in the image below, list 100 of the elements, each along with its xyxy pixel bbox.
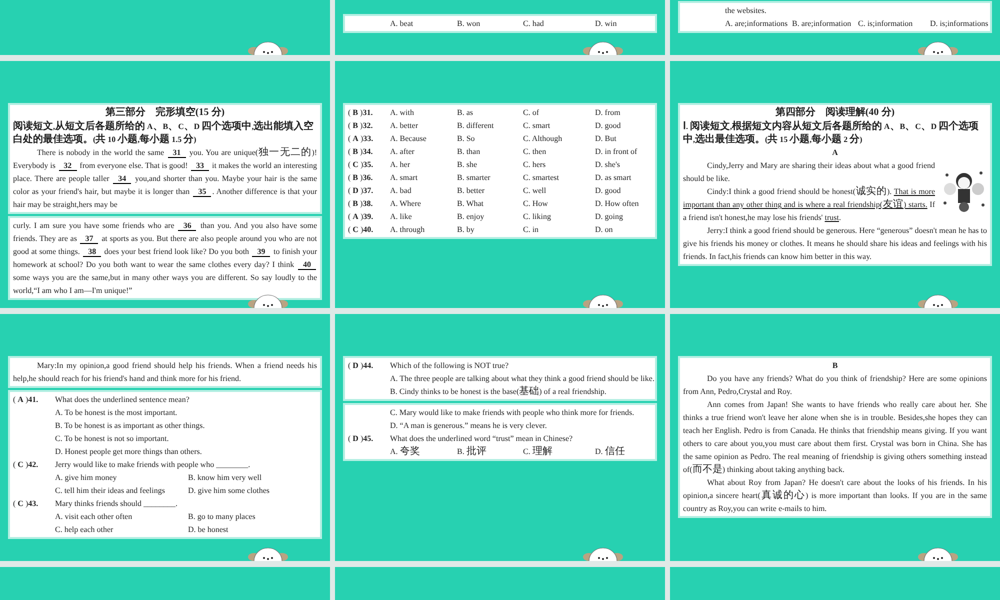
slide[interactable] [0, 61, 330, 308]
answer-option: B. are;information [792, 17, 858, 30]
answer-option: A. better [390, 119, 457, 132]
answer-option: A. are;informations [725, 17, 792, 30]
answer-option: C. well [523, 184, 595, 197]
answer-option: A. To be honest is the most important. [55, 406, 317, 419]
answer-option: B. won [457, 17, 523, 30]
question-number: ( C )35. [348, 159, 374, 171]
slide[interactable]: A. beat B. won C. had D. win [335, 0, 665, 55]
slide[interactable] [670, 314, 1000, 561]
question-number: ( C )42. [13, 459, 40, 471]
answer-option: A. her [390, 158, 457, 171]
answer-option: C. Mary would like to make friends with people who think more for friends. [390, 406, 652, 419]
passage-paragraph: Do you have any friends? What do you think of friendship? Here are some opinions from Ann, Pedro,Crystal and Roy. [683, 373, 987, 398]
answer-option: B. What [457, 197, 523, 210]
question-number: ( A )39. [348, 211, 374, 223]
question-text: the websites. [725, 6, 766, 15]
answer-option: A. The three people are talking about what they think a good friend should be like. [390, 372, 654, 385]
question-text: What does the underlined word “trust” mean in Chinese? [390, 433, 574, 445]
answer-option: D. give him some clothes [188, 484, 317, 497]
slide[interactable] [670, 61, 1000, 308]
answer-option: A. beat [390, 17, 457, 30]
question-number: ( B )38. [348, 198, 374, 210]
answer-option: C. then [523, 145, 595, 158]
answer-option: A. Where [390, 197, 457, 210]
answer-option: B. Cindy thinks to be honest is the base(基础) of a real friendship. [390, 385, 652, 398]
answer-option: D. she's [595, 158, 652, 171]
answer-option: A. after [390, 145, 457, 158]
answer-option: B. she [457, 158, 523, 171]
answer-option: A. give him money [55, 471, 188, 484]
answer-option: D. But [595, 132, 652, 145]
answer-option: B. go to many places [188, 510, 317, 523]
answer-option: B. smarter [457, 171, 523, 184]
answer-option: B. better [457, 184, 523, 197]
answer-option: C. How [523, 197, 595, 210]
question-number: ( D )44. [348, 360, 374, 372]
answer-option: B. different [457, 119, 523, 132]
passage-paragraph: Mary:In my opinion,a good friend should help his friends. When a friend needs his help,he should reach for his friend's hand and think more for his friend. [13, 360, 317, 385]
passage-paragraph: Jerry:I think a good friend should be generous. Here “generous” doesn't mean he has to give his friends his money or clothes. It means he should share his ideas and feelings with his friends. In fact,his friends can know him better in this way. [683, 225, 987, 263]
answer-option: A. through [390, 223, 457, 236]
answer-option: B. know him very well [188, 471, 317, 484]
answer-option: C. To be honest is not so important. [55, 432, 317, 445]
question-text: Jerry would like to make friends with people who ________. [55, 459, 252, 471]
answer-option: C. is;information [858, 17, 930, 30]
answer-option: A. bad [390, 184, 457, 197]
question-number: ( A )33. [348, 133, 374, 145]
answer-option: D. good [595, 184, 652, 197]
answer-option: C. tell him their ideas and feelings [55, 484, 188, 497]
answer-option: C. 理解 [523, 445, 595, 458]
answer-option: B. by [457, 223, 523, 236]
instructions-text: Ⅰ. 阅读短文,根据短文内容从短文后各题所给的 A、B、C、D 四个选项中,选出最佳选项。(共 15 小题,每小题 2 分) [683, 120, 980, 146]
answer-option: C. smart [523, 119, 595, 132]
answer-option: C. in [523, 223, 595, 236]
answer-option: A. smart [390, 171, 457, 184]
question-number: ( C )40. [348, 224, 374, 236]
answer-option: B. than [457, 145, 523, 158]
passage-paragraph: There is nobody in the world the same 31 you. You are unique(独一无二的)! Everybody is 32 from everyone else. That is good! 33 it makes the world an interesting place. There are people taller 34 you,and shorter than you. Maybe your hair is the same color as your friend's hair, but maybe it is longer than 35 . Another difference is that your hair may be straight,hers may be [13, 146, 317, 211]
question-number: ( B )36. [348, 172, 374, 184]
passage-heading: A [831, 147, 839, 159]
answer-option: C. Although [523, 132, 595, 145]
section-heading: 第三部分 完形填空(15 分) [104, 106, 226, 120]
slide[interactable]: the websites. A. are;informations B. are;information C. is;information D. is;informations [670, 0, 1000, 55]
answer-option: C. help each other [55, 523, 188, 536]
answer-option: D. going [595, 210, 652, 223]
answer-option: D. from [595, 106, 652, 119]
question-number: ( D )45. [348, 433, 374, 445]
answer-option: D. as smart [595, 171, 652, 184]
answer-option: C. had [523, 17, 595, 30]
answer-option: D. win [595, 17, 652, 30]
question-number: ( A )41. [13, 394, 40, 406]
answer-option: A. with [390, 106, 457, 119]
question-number: ( B )34. [348, 146, 374, 158]
answer-option: D. good [595, 119, 652, 132]
answer-option: B. 批评 [457, 445, 523, 458]
passage-paragraph: Cindy:I think a good friend should be honest(诚实的). That is more important than any other thing and is where a real friendship(友谊) starts. If a friend isn't honest,he may lose his friends' trust. [683, 185, 935, 224]
question-number: ( B )31. [348, 107, 374, 119]
answer-option: D. How often [595, 197, 652, 210]
answer-option: A. visit each other often [55, 510, 188, 523]
answer-option: B. as [457, 106, 523, 119]
question-text: Which of the following is NOT true? [390, 360, 510, 372]
passage-paragraph: curly. I am sure you have some friends who are 36 than you. And you also have some friends. They are as 37 at sports as you. But there are also people around you who are not good at some things. 38 does your best friend look like? Do you both 39 to finish your homework at school? Do you both want to wear the same clothes every day? I think 40 some ways you are the same,but in many other ways you are different. So say loudly to the world,“I am who I am—I'm unique!” [13, 220, 317, 297]
answer-option: D. in front of [595, 145, 652, 158]
instructions-text: 阅读短文,从短文后各题所给的 A、B、C、D 四个选项中,选出能填入空白处的最佳选项。(共 10 小题,每小题 1.5 分) [13, 120, 315, 146]
answer-option: B. enjoy [457, 210, 523, 223]
answer-option: A. like [390, 210, 457, 223]
question-text: Mary thinks friends should ________. [55, 498, 178, 510]
answer-option: D. be honest [188, 523, 317, 536]
answer-option: A. Because [390, 132, 457, 145]
answer-option: C. of [523, 106, 595, 119]
answer-option: D. is;informations [930, 17, 988, 30]
answer-option: C. smartest [523, 171, 595, 184]
answer-option: A. 夸奖 [390, 445, 457, 458]
answer-option: B. So [457, 132, 523, 145]
slide[interactable] [0, 314, 330, 561]
question-text: What does the underlined sentence mean? [55, 394, 190, 406]
passage-heading: B [831, 360, 839, 372]
passage-paragraph: Cindy,Jerry and Mary are sharing their ideas about what a good friend should be like. [683, 160, 935, 185]
question-number: ( B )32. [348, 120, 374, 132]
answer-option: D. Honest people get more things than others. [55, 445, 317, 458]
section-heading: 第四部分 阅读理解(40 分) [774, 106, 896, 120]
